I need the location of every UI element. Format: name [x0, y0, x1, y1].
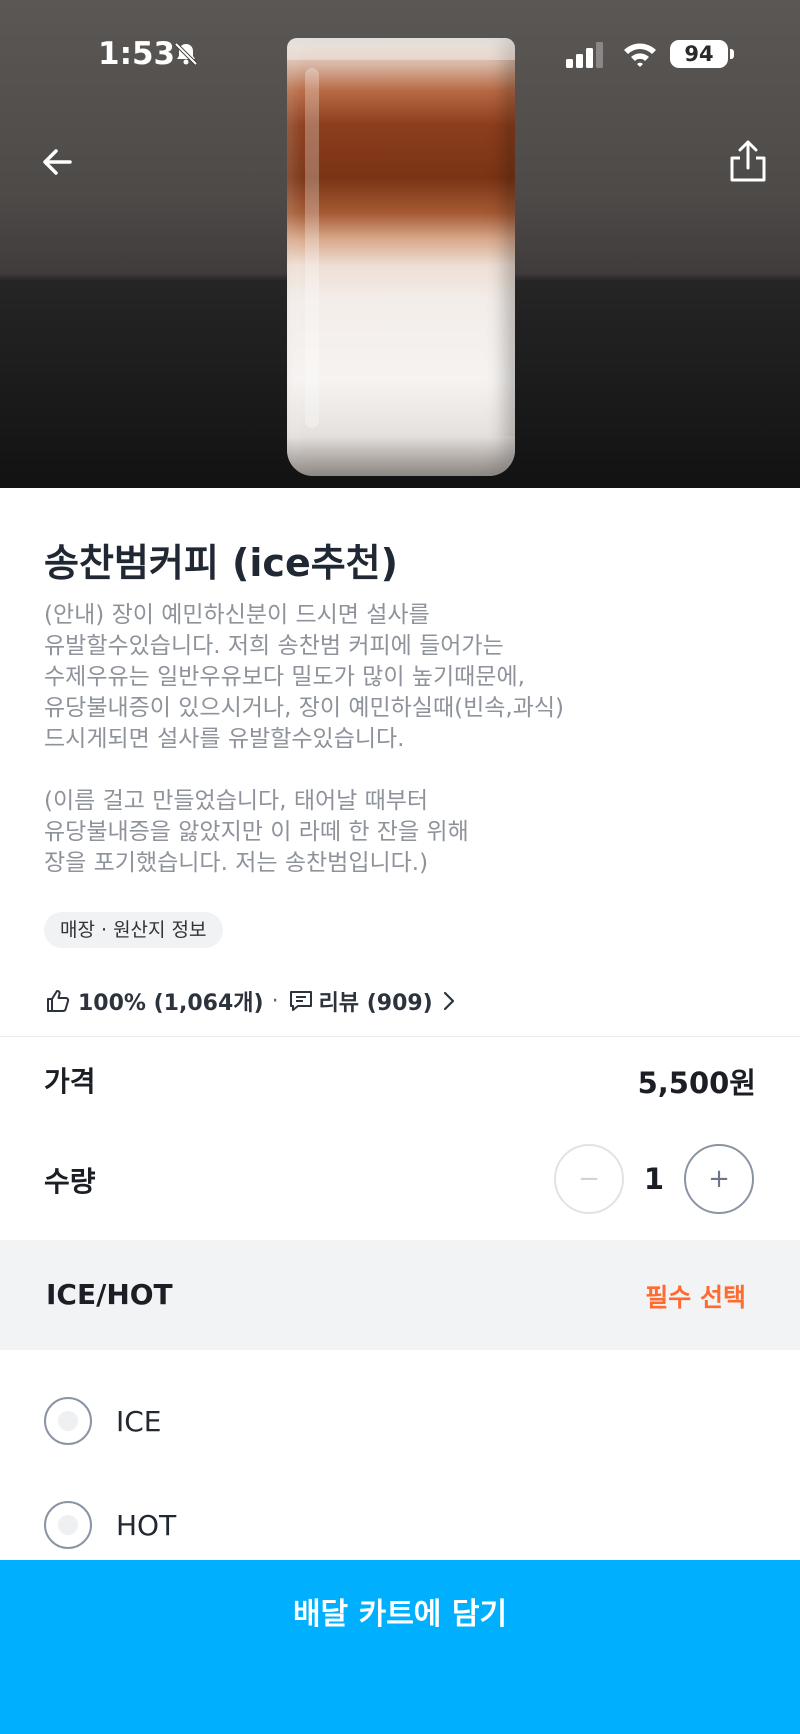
- quantity-stepper: − 1 +: [554, 1144, 756, 1216]
- share-button[interactable]: [720, 134, 776, 190]
- option-group-title: ICE/HOT: [46, 1278, 173, 1311]
- status-bar: 1:53 94: [0, 0, 800, 110]
- price-value: 5,500원: [637, 1066, 756, 1100]
- wifi-icon: [624, 43, 656, 67]
- review-icon: [289, 991, 312, 1011]
- radio-button[interactable]: [44, 1397, 92, 1445]
- chevron-right-icon: [443, 991, 454, 1011]
- battery-icon: 94: [670, 40, 734, 68]
- price-label: 가격: [44, 1065, 96, 1098]
- quantity-decrement-button[interactable]: −: [554, 1144, 624, 1214]
- quantity-increment-button[interactable]: +: [684, 1144, 754, 1214]
- required-badge: 필수 선택: [645, 1283, 746, 1312]
- origin-info-chip[interactable]: 매장 · 원산지 정보: [44, 912, 223, 948]
- product-title: 송찬범커피 (ice추천): [44, 541, 399, 585]
- radio-button[interactable]: [44, 1501, 92, 1549]
- product-description: (안내) 장이 예민하신분이 드시면 설사를 유발할수있습니다. 저희 송찬범 …: [44, 602, 565, 876]
- rating-row[interactable]: 100% (1,064개) · 리뷰 (909): [44, 984, 463, 1018]
- add-to-cart-button[interactable]: 배달 카트에 담기: [0, 1560, 800, 1670]
- option-label: HOT: [116, 1508, 177, 1542]
- reviews-link[interactable]: 리뷰 (909): [319, 985, 433, 1017]
- option-label: ICE: [116, 1404, 162, 1438]
- thumbs-up-icon: [47, 990, 70, 1012]
- back-button[interactable]: [30, 134, 86, 190]
- option-group-header: ICE/HOT 필수 선택: [0, 1240, 800, 1350]
- rating-text: 100% (1,064개): [78, 991, 264, 1016]
- signal-icon: [566, 42, 603, 68]
- share-icon: [730, 140, 766, 182]
- option-ice[interactable]: ICE: [44, 1396, 162, 1446]
- status-time: 1:53: [98, 36, 176, 72]
- option-hot[interactable]: HOT: [44, 1500, 176, 1550]
- quantity-label: 수량: [44, 1165, 96, 1198]
- quantity-value: 1: [643, 1162, 665, 1196]
- cart-bar: 배달 카트에 담기: [0, 1560, 800, 1734]
- arrow-left-icon: [43, 149, 72, 175]
- rating-separator: ·: [271, 988, 279, 1014]
- section-divider: [0, 1036, 800, 1037]
- bell-slash-icon: [174, 42, 198, 66]
